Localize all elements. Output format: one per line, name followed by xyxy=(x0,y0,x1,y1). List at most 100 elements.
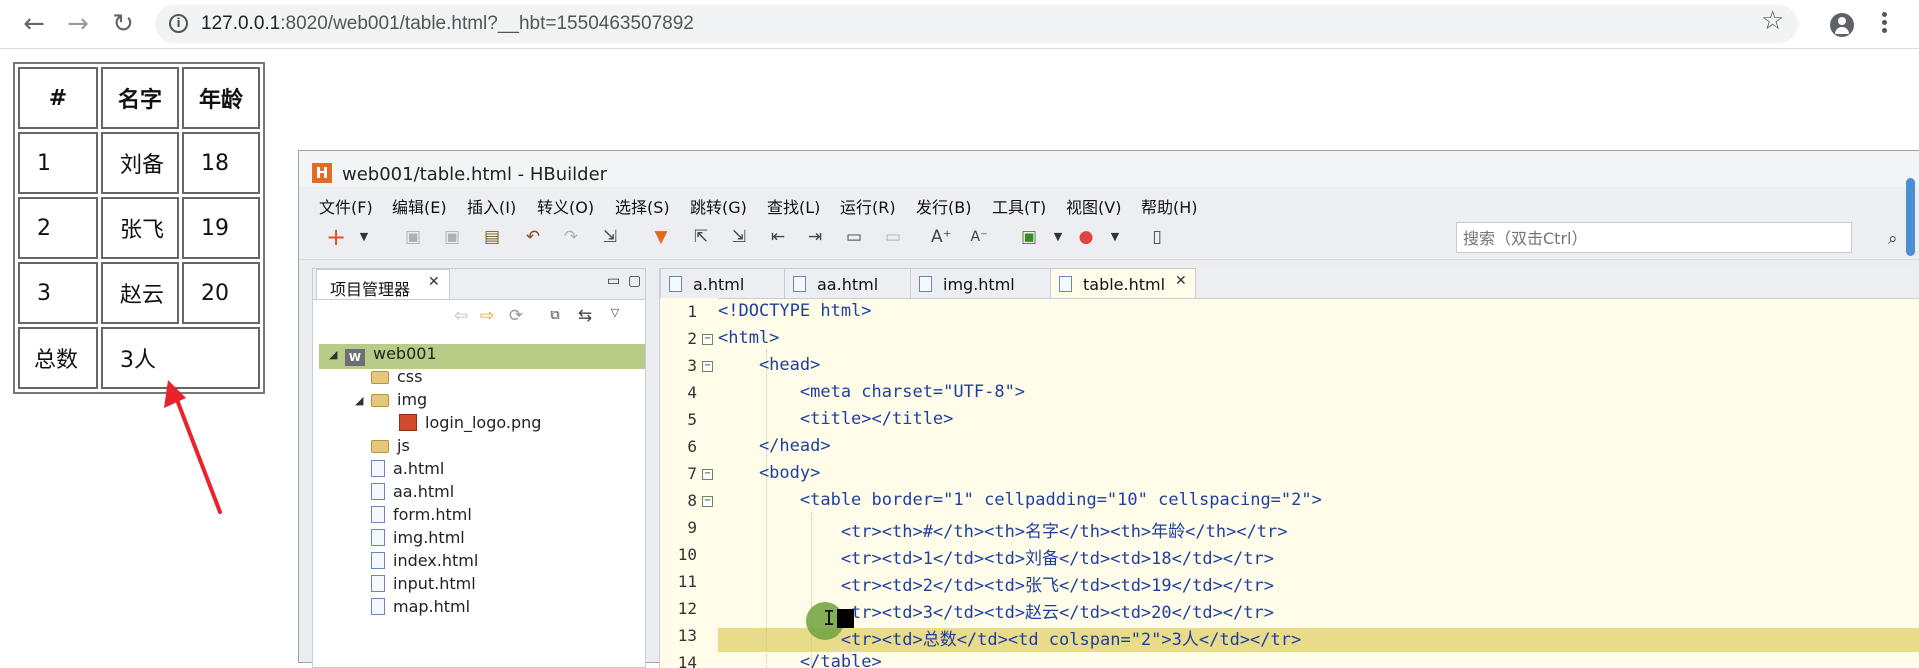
table-cell: 2 xyxy=(18,197,98,259)
site-info-icon[interactable]: i xyxy=(169,14,188,33)
back-icon[interactable]: ← xyxy=(18,8,50,40)
info-icon[interactable]: ▯ xyxy=(1147,227,1167,247)
table-row: 1 刘备 18 xyxy=(18,132,260,194)
html-file-icon xyxy=(371,575,385,592)
code-line-7: <body> xyxy=(718,463,821,483)
table-cell: 张飞 xyxy=(101,197,179,259)
tree-item-folder[interactable]: ◢ img xyxy=(355,390,427,415)
table-cell: 赵云 xyxy=(101,262,179,324)
project-icon: W xyxy=(345,349,365,366)
forward-arrow-icon[interactable]: ⇨ xyxy=(477,306,497,326)
link-editor-icon[interactable]: ⇆ xyxy=(575,306,595,326)
uncomment-icon[interactable]: ▭ xyxy=(883,227,903,247)
window-title: web001/table.html - HBuilder xyxy=(342,164,608,185)
new-file-icon[interactable]: + xyxy=(326,225,346,249)
address-bar[interactable]: i 127.0.0.1:8020/web001/table.html?__hbt… xyxy=(155,5,1798,43)
tree-item-file[interactable]: aa.html xyxy=(371,482,454,507)
refresh-icon[interactable]: ⟳ xyxy=(506,306,526,326)
code-line-10: <tr><td>1</td><td>刘备</td><td>18</td></tr… xyxy=(718,549,1274,569)
tab-img-html[interactable]: img.html xyxy=(910,268,1051,298)
html-file-icon xyxy=(919,276,932,292)
html-file-icon xyxy=(1059,276,1072,292)
collapse-all-icon[interactable]: ⧉ xyxy=(545,306,565,326)
fold-toggle-icon[interactable]: − xyxy=(702,334,713,345)
back-arrow-icon[interactable]: ⇦ xyxy=(451,306,471,326)
vertical-scrollbar[interactable] xyxy=(1906,178,1915,256)
chrome-browser-icon[interactable]: ● xyxy=(1076,227,1096,247)
preview-dropdown-icon[interactable]: ▼ xyxy=(1048,227,1068,247)
browser-menu-icon[interactable] xyxy=(1882,12,1888,36)
save-icon[interactable]: ▣ xyxy=(403,227,423,247)
fold-toggle-icon[interactable]: − xyxy=(702,361,713,372)
browser-dropdown-icon[interactable]: ▼ xyxy=(1105,227,1125,247)
line-number: 4 xyxy=(687,383,697,402)
minimize-icon[interactable]: ▭ xyxy=(607,273,620,289)
tree-item-folder[interactable]: css xyxy=(371,367,422,392)
code-line-9: <tr><th>#</th><th>名字</th><th>年龄</th></tr… xyxy=(718,522,1288,542)
table-row: 3 赵云 20 xyxy=(18,262,260,324)
code-line-5: <title></title> xyxy=(718,409,954,429)
jump-end-icon[interactable]: ⇥ xyxy=(805,227,825,247)
profile-avatar-icon[interactable] xyxy=(1830,13,1854,37)
table-cell: 19 xyxy=(182,197,260,259)
expand-icon[interactable]: ◢ xyxy=(355,394,363,407)
format-icon[interactable]: ⇲ xyxy=(600,227,620,247)
tree-item-file[interactable]: form.html xyxy=(371,505,472,530)
hbuilder-logo-icon: H xyxy=(312,163,332,183)
reload-icon[interactable]: ↻ xyxy=(107,8,139,40)
new-dropdown-icon[interactable]: ▼ xyxy=(354,227,374,247)
text-cursor-icon: I xyxy=(823,606,836,630)
rendered-table: # 名字 年龄 1 刘备 18 2 张飞 19 3 赵云 20 总数 3人 xyxy=(13,62,265,394)
code-line-6: </head> xyxy=(718,436,831,456)
tree-item-file[interactable]: img.html xyxy=(371,528,465,553)
tab-aa-html[interactable]: aa.html xyxy=(784,268,911,298)
forward-icon[interactable]: → xyxy=(62,8,94,40)
cursor-block xyxy=(837,609,854,628)
bookmark-icon[interactable]: ▼ xyxy=(651,227,671,247)
history-icon[interactable]: ▤ xyxy=(482,227,502,247)
html-file-icon xyxy=(371,598,385,615)
search-input[interactable] xyxy=(1457,223,1795,254)
tree-item-file[interactable]: a.html xyxy=(371,459,444,484)
tab-project-manager[interactable]: 项目管理器 ✕ xyxy=(316,269,450,299)
expand-icon[interactable]: ◢ xyxy=(329,348,337,361)
next-bookmark-icon[interactable]: ⇲ xyxy=(729,227,749,247)
tree-item-file[interactable]: index.html xyxy=(371,551,478,576)
redo-icon[interactable]: ↷ xyxy=(561,227,581,247)
tree-item-folder[interactable]: js xyxy=(371,436,410,461)
table-cell: 20 xyxy=(182,262,260,324)
line-number: 10 xyxy=(677,545,697,564)
tree-item-file[interactable]: input.html xyxy=(371,574,476,599)
tab-table-html[interactable]: table.html ✕ xyxy=(1050,268,1196,298)
line-number: 14 xyxy=(677,653,697,668)
font-larger-icon[interactable]: A⁺ xyxy=(931,227,952,247)
code-line-12: <tr><td>3</td><td>赵云</td><td>20</td></tr… xyxy=(718,603,1274,623)
jump-start-icon[interactable]: ⇤ xyxy=(768,227,788,247)
search-box[interactable] xyxy=(1456,222,1852,254)
fold-toggle-icon[interactable]: − xyxy=(702,469,713,480)
prev-bookmark-icon[interactable]: ⇱ xyxy=(691,227,711,247)
font-smaller-icon[interactable]: A⁻ xyxy=(969,227,989,247)
tree-item-file[interactable]: map.html xyxy=(371,597,470,619)
bookmark-star-icon[interactable]: ☆ xyxy=(1761,6,1784,36)
undo-icon[interactable]: ↶ xyxy=(523,227,543,247)
code-line-11: <tr><td>2</td><td>张飞</td><td>19</td></tr… xyxy=(718,576,1274,596)
tree-item-file[interactable]: login_logo.png xyxy=(399,413,541,438)
close-icon[interactable]: ✕ xyxy=(1175,273,1187,289)
line-number: 11 xyxy=(677,572,697,591)
close-icon[interactable]: ✕ xyxy=(428,274,440,290)
annotation-arrow-table xyxy=(164,380,222,514)
project-tab-label: 项目管理器 xyxy=(330,280,411,299)
code-editor[interactable]: a.html aa.html img.html table.html ✕ 1 2 … xyxy=(659,268,1919,668)
tab-a-html[interactable]: a.html xyxy=(660,268,785,298)
table-cell: 1 xyxy=(18,132,98,194)
search-icon[interactable]: ⌕ xyxy=(1888,229,1898,249)
maximize-icon[interactable]: ▢ xyxy=(628,273,641,289)
comment-icon[interactable]: ▭ xyxy=(844,227,864,247)
preview-icon[interactable]: ▣ xyxy=(1019,227,1039,247)
fold-toggle-icon[interactable]: − xyxy=(702,496,713,507)
tree-item-project[interactable]: ◢ Wweb001 xyxy=(319,344,645,369)
address-url: 127.0.0.1:8020/web001/table.html?__hbt=1… xyxy=(201,13,694,34)
view-menu-icon[interactable]: ▽ xyxy=(605,303,625,323)
save-all-icon[interactable]: ▣ xyxy=(442,227,462,247)
